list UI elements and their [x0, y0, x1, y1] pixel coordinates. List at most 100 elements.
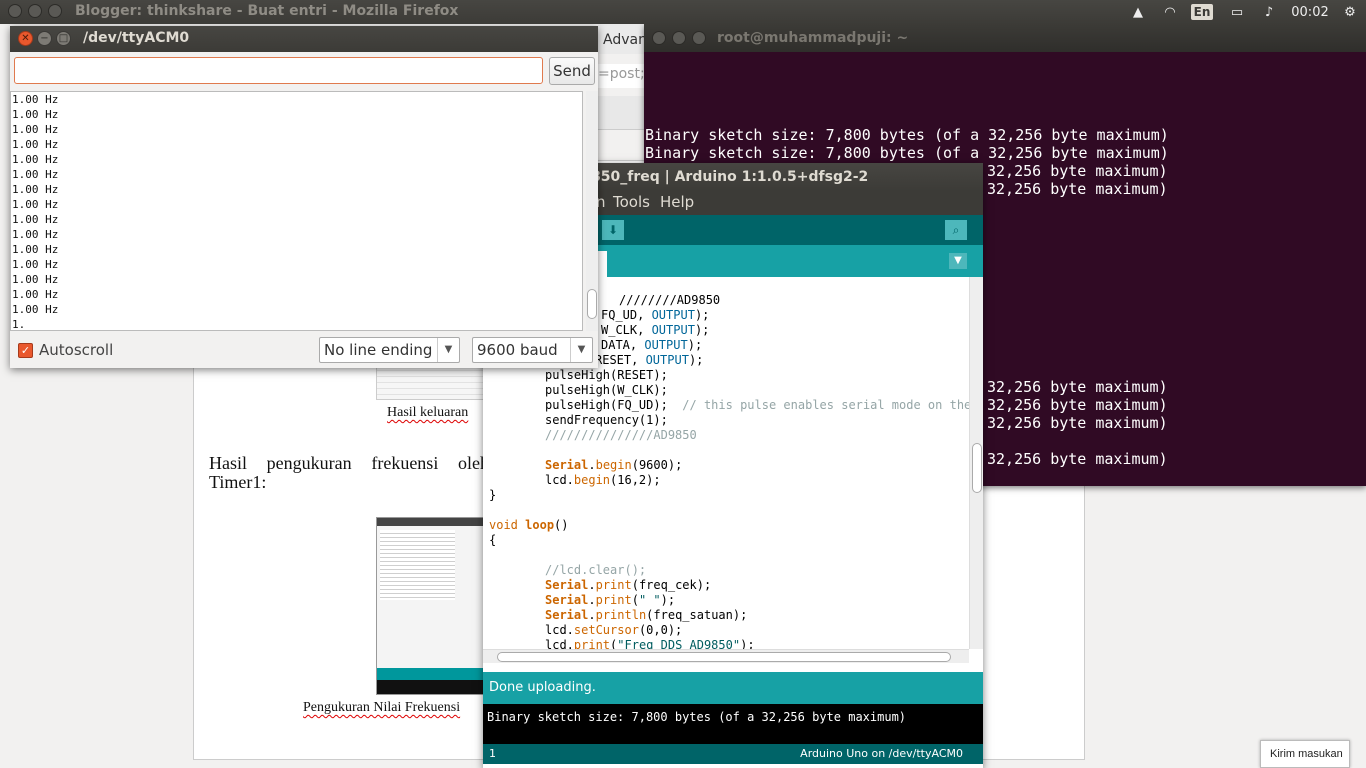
line-ending-select[interactable]: No line ending ▼ — [319, 337, 460, 363]
minimize-icon[interactable]: − — [37, 31, 52, 46]
serial-output-line: 1.00 Hz — [12, 138, 59, 151]
send-button[interactable]: Send — [549, 57, 595, 85]
code-line: Serial.begin(9600); — [545, 458, 683, 472]
terminal-line: 32,256 byte maximum) — [987, 396, 1168, 414]
board-port-label: Arduino Uno on /dev/ttyACM0 — [800, 747, 963, 760]
serial-output-line: 1.00 Hz — [12, 288, 59, 301]
serial-output-line: 1.00 Hz — [12, 108, 59, 121]
build-console: Binary sketch size: 7,800 bytes (of a 32… — [483, 704, 983, 744]
top-panel: Blogger: thinkshare - Buat entri - Mozil… — [0, 0, 1366, 24]
terminal-title: root@muhammadpuji: ~ — [717, 30, 909, 46]
dropbox-icon[interactable]: ▲ — [1128, 0, 1148, 24]
terminal-line: 32,256 byte maximum) — [987, 180, 1168, 198]
maximize-icon[interactable]: □ — [56, 31, 71, 46]
baud-rate-value: 9600 baud — [477, 341, 558, 359]
firefox-url-fragment[interactable]: =post; — [598, 64, 645, 88]
terminal-line: 32,256 byte maximum) — [987, 162, 1168, 180]
code-line: ////////AD9850 — [619, 293, 721, 307]
firefox-tab-fragment[interactable]: Advan — [598, 24, 648, 54]
desktop: Advan =post; Hasil keluaran Hasil penguk… — [0, 0, 1366, 768]
code-line: W_CLK, OUTPUT); — [601, 323, 710, 337]
terminal-line: 32,256 byte maximum) — [987, 450, 1168, 468]
serial-output-line: 1.00 Hz — [12, 93, 59, 106]
post-paragraph: Hasil pengukuran frekuensi oleh Timer1: — [209, 453, 489, 492]
embedded-image-1[interactable] — [376, 364, 486, 400]
firefox-maximize-icon[interactable] — [48, 4, 62, 18]
serial-output-line: 1.00 Hz — [12, 213, 59, 226]
serial-output-line: 1.00 Hz — [12, 123, 59, 136]
code-line: { — [489, 533, 497, 547]
keyboard-layout-indicator[interactable]: En — [1190, 0, 1214, 24]
code-line: Serial.print(" "); — [545, 593, 676, 607]
serial-monitor-icon[interactable]: ⌕ — [945, 220, 967, 240]
editor-hscroll-thumb[interactable] — [497, 652, 951, 662]
send-feedback-button[interactable]: Kirim masukan — [1260, 740, 1350, 768]
serial-titlebar[interactable]: ✕ − □ /dev/ttyACM0 — [10, 26, 598, 52]
serial-output-line: 1.00 Hz — [12, 168, 59, 181]
editor-console-splitter[interactable] — [483, 663, 983, 672]
menu-help[interactable]: Help — [660, 193, 694, 211]
chevron-down-icon: ▼ — [437, 338, 459, 362]
wifi-icon[interactable]: ◠ — [1158, 0, 1182, 24]
serial-monitor-window[interactable]: ✕ − □ /dev/ttyACM0 Send 1.00 Hz 1.00 Hz 1.… — [10, 26, 598, 368]
code-line: //lcd.clear(); — [545, 563, 647, 577]
serial-output-line: 1.00 Hz — [12, 258, 59, 271]
save-icon[interactable]: ⬇ — [602, 220, 624, 240]
image-caption-2: Pengukuran Nilai Frekuensi — [303, 700, 461, 715]
gear-icon[interactable]: ⚙ — [1340, 0, 1360, 24]
editor-scroll-thumb[interactable] — [972, 443, 982, 493]
menu-tools[interactable]: Tools — [613, 193, 650, 211]
code-line: ///////////////AD9850 — [545, 428, 697, 442]
close-icon[interactable]: ✕ — [18, 31, 33, 46]
serial-title: /dev/ttyACM0 — [83, 30, 190, 46]
firefox-minimize-icon[interactable] — [28, 4, 42, 18]
autoscroll-checkbox-icon[interactable]: ✓ — [18, 342, 33, 358]
editor-horizontal-scrollbar[interactable] — [483, 649, 969, 663]
code-line: Serial.println(freq_satuan); — [545, 608, 748, 622]
code-line: FQ_UD, OUTPUT); — [601, 308, 710, 322]
terminal-line: 32,256 byte maximum) — [987, 378, 1168, 396]
tab-menu-chevron-down-icon[interactable]: ▼ — [949, 253, 967, 269]
image-caption-1: Hasil keluaran — [387, 405, 469, 420]
editor-vertical-scrollbar[interactable] — [969, 277, 983, 649]
autoscroll-toggle[interactable]: ✓ Autoscroll — [18, 341, 113, 359]
autoscroll-label: Autoscroll — [39, 341, 114, 359]
firefox-close-icon[interactable] — [8, 4, 22, 18]
code-line: lcd.setCursor(0,0); — [545, 623, 683, 637]
serial-output-line: 1. — [12, 318, 26, 331]
embedded-image-2[interactable] — [376, 517, 484, 695]
serial-output-line: 1.00 Hz — [12, 243, 59, 256]
serial-scroll-thumb[interactable] — [587, 289, 597, 319]
serial-output-line: 1.00 Hz — [12, 198, 59, 211]
terminal-minimize-icon[interactable] — [672, 31, 686, 45]
arduino-title: 850_freq | Arduino 1:1.0.5+dfsg2-2 — [591, 169, 869, 185]
serial-output[interactable]: 1.00 Hz 1.00 Hz 1.00 Hz 1.00 Hz 1.00 Hz 1.00 … — [10, 91, 583, 331]
serial-output-line: 1.00 Hz — [12, 273, 59, 286]
terminal-line: Binary sketch size: 7,800 bytes (of a 32… — [645, 126, 1169, 144]
chevron-down-icon: ▼ — [570, 338, 592, 362]
code-line: void loop() — [489, 518, 569, 532]
code-line: pulseHigh(W_CLK); — [545, 383, 668, 397]
firefox-toolbar-fragment — [598, 96, 644, 130]
terminal-titlebar[interactable]: root@muhammadpuji: ~ — [644, 24, 1366, 52]
arduino-footer: 1 Arduino Uno on /dev/ttyACM0 — [483, 744, 983, 764]
terminal-close-icon[interactable] — [652, 31, 666, 45]
code-line: lcd.print("Freq DDS AD9850"); — [545, 638, 755, 649]
serial-send-input[interactable] — [14, 57, 543, 84]
serial-output-line: 1.00 Hz — [12, 303, 59, 316]
code-line: Serial.print(freq_cek); — [545, 578, 712, 592]
volume-icon[interactable]: ♪ — [1258, 0, 1280, 24]
serial-output-scrollbar[interactable] — [586, 91, 598, 331]
code-line: } — [489, 488, 497, 502]
line-number: 1 — [489, 747, 496, 760]
upload-status: Done uploading. — [483, 672, 983, 704]
baud-rate-select[interactable]: 9600 baud ▼ — [472, 337, 593, 363]
active-window-title: Blogger: thinkshare - Buat entri - Mozil… — [75, 3, 459, 19]
battery-icon[interactable]: ▭ — [1224, 0, 1250, 24]
code-line: DATA, OUTPUT); — [601, 338, 703, 352]
code-line: RESET, OUTPUT); — [595, 353, 704, 367]
terminal-maximize-icon[interactable] — [692, 31, 706, 45]
line-ending-value: No line ending — [324, 341, 433, 359]
clock[interactable]: 00:02 — [1290, 0, 1330, 24]
serial-output-line: 1.00 Hz — [12, 153, 59, 166]
